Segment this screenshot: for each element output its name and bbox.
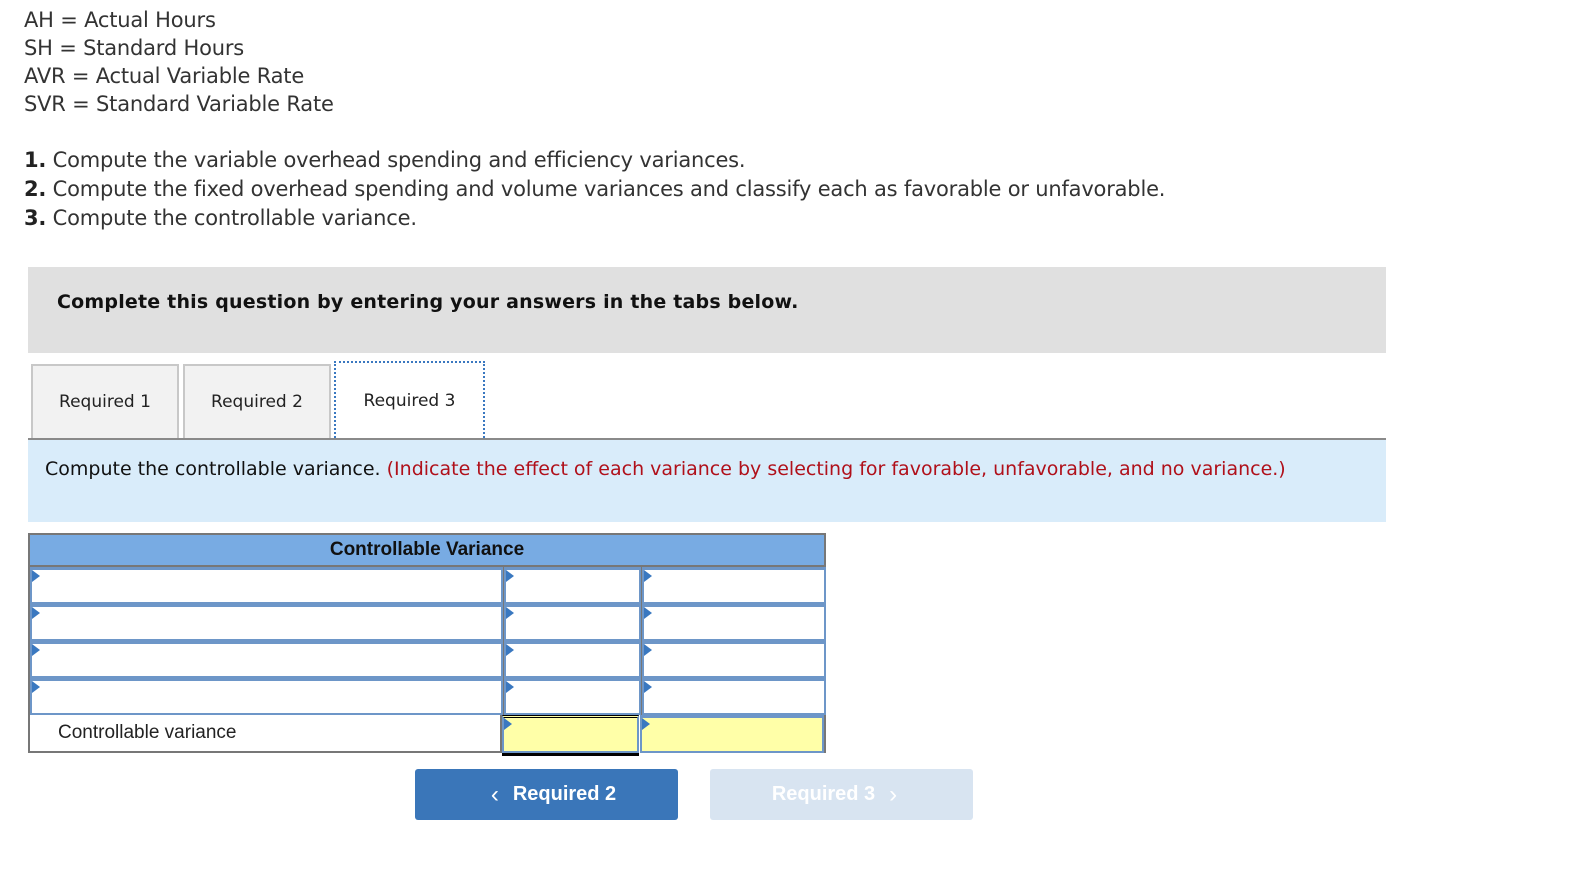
tab-required-1[interactable]: Required 1 bbox=[31, 364, 179, 438]
prompt-text: Compute the controllable variance. bbox=[45, 458, 387, 480]
variance-amount-field[interactable] bbox=[504, 678, 641, 715]
variance-label-select[interactable] bbox=[30, 604, 503, 641]
variance-amount-input[interactable] bbox=[506, 607, 639, 639]
question-prompt: Compute the controllable variance. (Indi… bbox=[28, 440, 1386, 522]
total-row: Controllable variance bbox=[28, 715, 826, 753]
variance-effect-input[interactable] bbox=[644, 570, 824, 602]
requirements-list: 1. Compute the variable overhead spendin… bbox=[24, 146, 1165, 233]
chevron-left-icon: ‹ bbox=[490, 780, 499, 808]
variance-label-select[interactable] bbox=[30, 641, 503, 678]
controllable-variance-table: Controllable Variance Controllable varia… bbox=[28, 533, 826, 753]
prev-required-2-button[interactable]: ‹ Required 2 bbox=[415, 769, 678, 820]
definition-avr: AVR = Actual Variable Rate bbox=[24, 64, 305, 88]
table-row bbox=[28, 604, 826, 641]
variance-label-input[interactable] bbox=[32, 570, 501, 602]
variance-amount-field[interactable] bbox=[504, 567, 641, 604]
definition-svr: SVR = Standard Variable Rate bbox=[24, 92, 334, 116]
total-effect-select[interactable] bbox=[640, 715, 824, 753]
table-row bbox=[28, 641, 826, 678]
requirement-1: 1. Compute the variable overhead spendin… bbox=[24, 148, 746, 172]
requirement-2: 2. Compute the fixed overhead spending a… bbox=[24, 177, 1166, 201]
variance-amount-field[interactable] bbox=[504, 641, 641, 678]
variance-label-input[interactable] bbox=[32, 681, 501, 713]
variance-effect-select[interactable] bbox=[642, 678, 826, 715]
total-amount-input[interactable] bbox=[504, 718, 637, 751]
definition-ah: AH = Actual Hours bbox=[24, 8, 216, 32]
variance-amount-field[interactable] bbox=[504, 604, 641, 641]
variance-effect-select[interactable] bbox=[642, 641, 826, 678]
prompt-note: (Indicate the effect of each variance by… bbox=[386, 458, 1286, 480]
variance-label-input[interactable] bbox=[32, 607, 501, 639]
variance-label-select[interactable] bbox=[30, 567, 503, 604]
variance-effect-input[interactable] bbox=[644, 607, 824, 639]
next-button-label: Required 3 bbox=[771, 783, 876, 805]
requirement-3: 3. Compute the controllable variance. bbox=[24, 206, 417, 230]
variance-effect-select[interactable] bbox=[642, 604, 826, 641]
tab-required-3[interactable]: Required 3 bbox=[334, 361, 485, 441]
prev-button-label: Required 2 bbox=[512, 783, 617, 805]
instruction-banner: Complete this question by entering your … bbox=[28, 267, 1386, 353]
variance-effect-input[interactable] bbox=[644, 644, 824, 676]
variance-label-select[interactable] bbox=[30, 678, 503, 715]
chevron-right-icon: › bbox=[889, 780, 898, 808]
total-label: Controllable variance bbox=[28, 715, 502, 753]
variance-effect-input[interactable] bbox=[644, 681, 824, 713]
instruction-text: Complete this question by entering your … bbox=[57, 291, 799, 313]
variance-amount-input[interactable] bbox=[506, 681, 639, 713]
next-required-3-button: Required 3 › bbox=[710, 769, 973, 820]
table-row bbox=[28, 567, 826, 604]
variance-effect-select[interactable] bbox=[642, 567, 826, 604]
table-header: Controllable Variance bbox=[28, 533, 826, 567]
definition-sh: SH = Standard Hours bbox=[24, 36, 245, 60]
variance-amount-input[interactable] bbox=[506, 644, 639, 676]
variance-amount-input[interactable] bbox=[506, 570, 639, 602]
total-effect-input[interactable] bbox=[642, 718, 822, 751]
variance-label-input[interactable] bbox=[32, 644, 501, 676]
tab-required-2[interactable]: Required 2 bbox=[183, 364, 331, 438]
definitions-list: AH = Actual Hours SH = Standard Hours AV… bbox=[24, 6, 334, 118]
table-row bbox=[28, 678, 826, 715]
total-amount-field[interactable] bbox=[502, 715, 639, 753]
